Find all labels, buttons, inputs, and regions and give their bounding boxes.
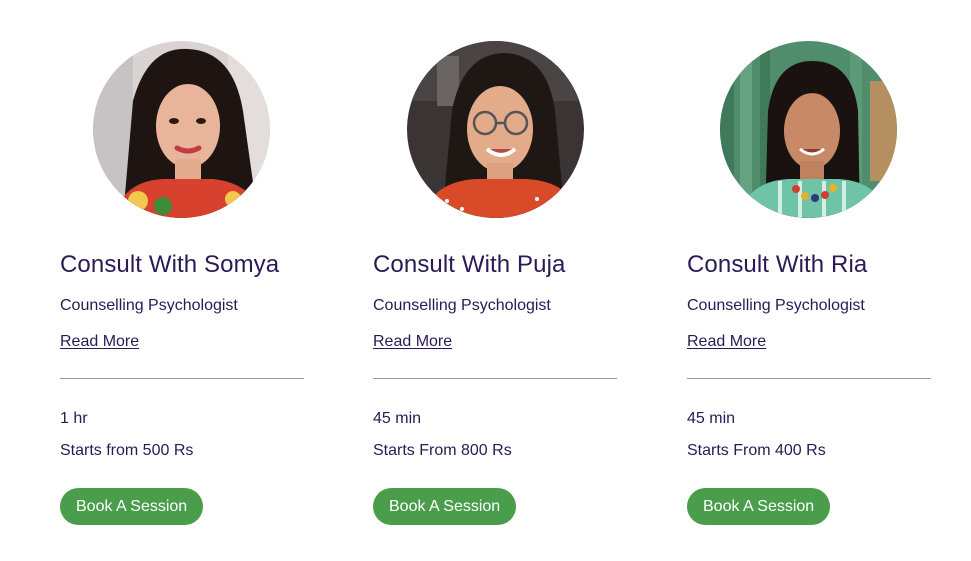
session-duration: 1 hr xyxy=(60,410,88,427)
divider xyxy=(373,378,617,379)
session-duration: 45 min xyxy=(687,410,736,427)
consultant-card-puja: Consult With Puja Counselling Psychologi… xyxy=(373,0,617,561)
consultant-title: Consult With Somya xyxy=(60,251,280,278)
read-more-link[interactable]: Read More xyxy=(687,332,766,352)
book-session-button[interactable]: Book A Session xyxy=(687,488,831,525)
book-session-button[interactable]: Book A Session xyxy=(373,488,517,525)
avatar xyxy=(93,41,270,218)
consultant-cards: Consult With Somya Counselling Psycholog… xyxy=(0,0,971,561)
session-duration: 45 min xyxy=(373,410,422,427)
session-price: Starts From 800 Rs xyxy=(373,442,512,459)
consultant-card-ria: Consult With Ria Counselling Psychologis… xyxy=(687,0,931,561)
session-price: Starts from 500 Rs xyxy=(60,442,194,459)
divider xyxy=(687,378,931,379)
avatar xyxy=(720,41,897,218)
consultant-title: Consult With Puja xyxy=(373,251,566,278)
consultant-role: Counselling Psychologist xyxy=(60,297,238,314)
consultant-role: Counselling Psychologist xyxy=(373,297,551,314)
divider xyxy=(60,378,304,379)
read-more-link[interactable]: Read More xyxy=(373,332,452,352)
consultant-role: Counselling Psychologist xyxy=(687,297,865,314)
session-price: Starts From 400 Rs xyxy=(687,442,826,459)
book-session-button[interactable]: Book A Session xyxy=(60,488,204,525)
consultant-card-somya: Consult With Somya Counselling Psycholog… xyxy=(60,0,304,561)
consultant-title: Consult With Ria xyxy=(687,251,868,278)
read-more-link[interactable]: Read More xyxy=(60,332,139,352)
avatar xyxy=(407,41,584,218)
